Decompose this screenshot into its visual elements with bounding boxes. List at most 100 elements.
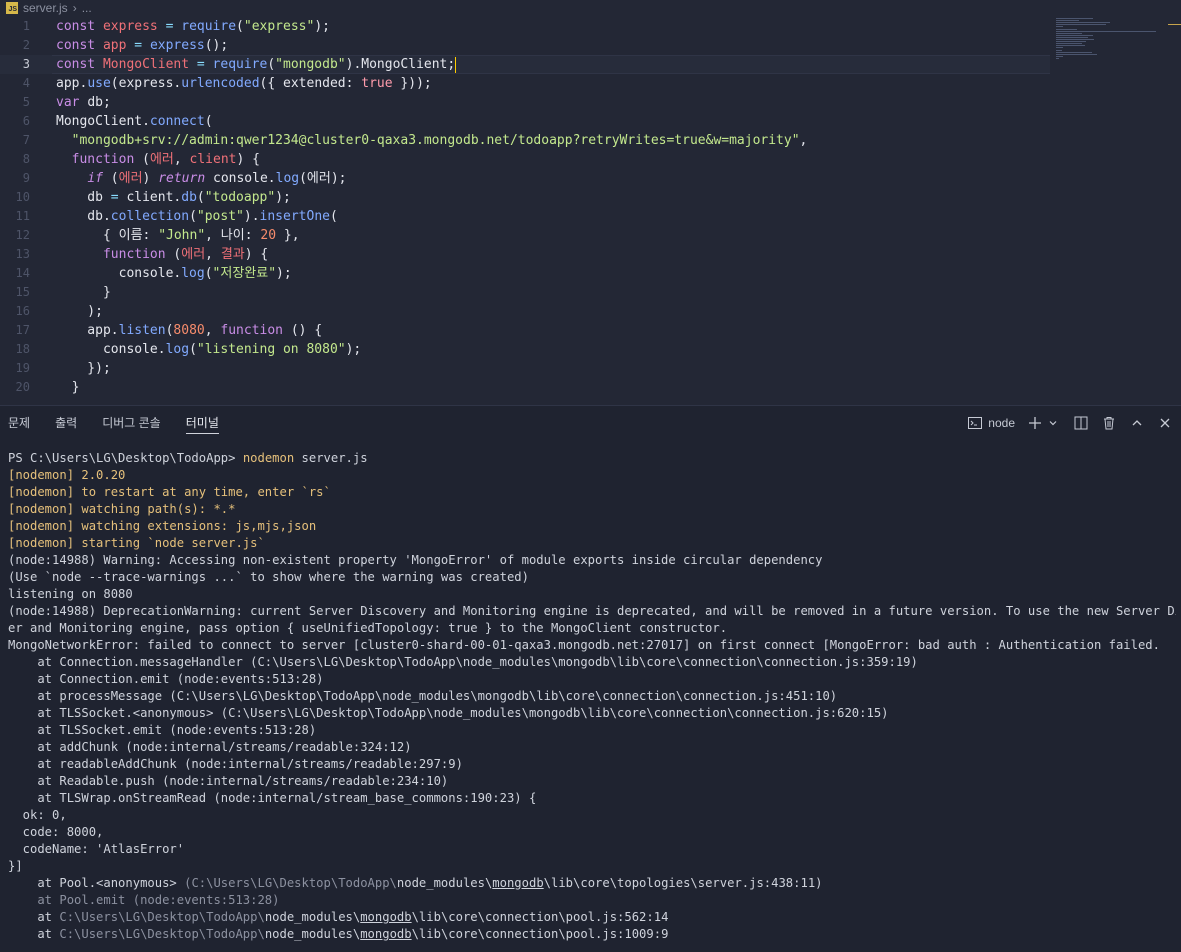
panel-tab[interactable]: 터미널 bbox=[185, 406, 219, 439]
terminal-line: at Readable.push (node:internal/streams/… bbox=[8, 773, 1176, 790]
code-token: use bbox=[87, 76, 111, 91]
code-line[interactable]: 17 app.listen(8080, function () { bbox=[0, 321, 1050, 340]
minimap-line bbox=[1056, 49, 1063, 51]
code-token: ({ extended: bbox=[259, 76, 362, 91]
code-line[interactable]: 16 ); bbox=[0, 302, 1050, 321]
terminal-line: listening on 8080 bbox=[8, 586, 1176, 603]
terminal-text: server.js bbox=[294, 451, 368, 465]
code-token: "express" bbox=[243, 19, 315, 34]
terminal-line: [nodemon] 2.0.20 bbox=[8, 467, 1176, 484]
code-line[interactable]: 10 db = client.db("todoapp"); bbox=[0, 188, 1050, 207]
minimap-line bbox=[1056, 39, 1094, 40]
minimap[interactable] bbox=[1053, 16, 1181, 126]
code-token: listen bbox=[118, 323, 166, 338]
terminal-line: at processMessage (C:\Users\LG\Desktop\T… bbox=[8, 688, 1176, 705]
terminal-text: C:\Users\LG\Desktop\TodoApp\ bbox=[59, 927, 265, 941]
code-token: app. bbox=[56, 76, 88, 91]
chevron-down-icon[interactable] bbox=[1045, 415, 1061, 431]
code-line[interactable]: 8 function (에러, client) { bbox=[0, 150, 1050, 169]
chevron-up-icon[interactable] bbox=[1129, 415, 1145, 431]
terminal-text: at TLSSocket.emit (node:events:513:28) bbox=[8, 723, 317, 737]
code-token: "mongodb+srv://admin:qwer1234@cluster0-q… bbox=[71, 133, 800, 148]
panel-tab[interactable]: 문제 bbox=[8, 406, 30, 439]
code-token: db bbox=[181, 190, 197, 205]
terminal-line: [nodemon] watching extensions: js,mjs,js… bbox=[8, 518, 1176, 535]
breadcrumb-file[interactable]: server.js bbox=[23, 1, 68, 15]
code-token: } bbox=[56, 380, 80, 395]
terminal-line: [nodemon] starting `node server.js` bbox=[8, 535, 1176, 552]
code-line[interactable]: 14 console.log("저장완료"); bbox=[0, 264, 1050, 283]
code-line[interactable]: 1 const express = require("express"); bbox=[0, 17, 1050, 36]
code-token: app. bbox=[56, 323, 119, 338]
code-line[interactable]: 4 app.use(express.urlencoded({ extended: … bbox=[0, 74, 1050, 93]
line-number: 18 bbox=[15, 342, 30, 356]
code-text: app.use(express.urlencoded({ extended: t… bbox=[48, 74, 432, 93]
split-icon[interactable] bbox=[1073, 415, 1089, 431]
minimap-line bbox=[1056, 28, 1077, 30]
panel-tab[interactable]: 디버그 콘솔 bbox=[102, 406, 161, 439]
terminal-text: er and Monitoring engine, pass option { … bbox=[8, 621, 728, 635]
terminal-output[interactable]: PS C:\Users\LG\Desktop\TodoApp> nodemon … bbox=[8, 450, 1176, 943]
code-line[interactable]: 19 }); bbox=[0, 359, 1050, 378]
panel-tab[interactable]: 출력 bbox=[55, 406, 77, 439]
plus-icon[interactable] bbox=[1027, 415, 1043, 431]
code-token: log bbox=[275, 171, 300, 186]
terminal-line: at Pool.<anonymous> (C:\Users\LG\Desktop… bbox=[8, 875, 1176, 892]
terminal-line: at TLSSocket.<anonymous> (C:\Users\LG\De… bbox=[8, 705, 1176, 722]
code-text: if (에러) return console.log(에러); bbox=[48, 169, 346, 188]
code-line[interactable]: 3 const MongoClient = require("mongodb").… bbox=[0, 55, 1050, 74]
terminal-text: at bbox=[8, 910, 60, 924]
code-line[interactable]: 12 { 이름: "John", 나이: 20 }, bbox=[0, 226, 1050, 245]
terminal-text: MongoNetworkError: failed to connect to … bbox=[8, 638, 1160, 652]
code-text: const app = express(); bbox=[48, 36, 228, 55]
close-icon[interactable] bbox=[1157, 415, 1173, 431]
code-token: MongoClient; bbox=[361, 57, 456, 72]
code-line[interactable]: 15 } bbox=[0, 283, 1050, 302]
terminal-text: mongodb bbox=[360, 927, 412, 941]
code-token: ); bbox=[275, 190, 291, 205]
code-token: insertOne bbox=[259, 209, 330, 224]
terminal-text: at TLSWrap.onStreamRead (node:internal/s… bbox=[8, 791, 537, 805]
terminal-text: at processMessage (C:\Users\LG\Desktop\T… bbox=[8, 689, 838, 703]
code-line[interactable]: 6 MongoClient.connect( bbox=[0, 112, 1050, 131]
code-line[interactable]: 7 "mongodb+srv://admin:qwer1234@cluster0… bbox=[0, 131, 1050, 150]
code-token: db bbox=[56, 190, 111, 205]
code-token: MongoClient bbox=[102, 57, 190, 72]
code-line[interactable]: 20 } bbox=[0, 378, 1050, 397]
breadcrumb-rest[interactable]: ... bbox=[82, 1, 92, 15]
terminal-text: node_modules\ bbox=[264, 927, 361, 941]
code-area[interactable]: 1 const express = require("express"); 2 con… bbox=[0, 17, 1050, 397]
code-token: function bbox=[220, 323, 291, 338]
code-editor[interactable]: JS server.js › ... 1 const express = requ… bbox=[0, 0, 1181, 405]
terminal-text: [nodemon] 2.0.20 bbox=[8, 468, 126, 482]
trash-icon[interactable] bbox=[1101, 415, 1117, 431]
code-token: "John" bbox=[158, 228, 206, 243]
terminal-line: [nodemon] watching path(s): *.* bbox=[8, 501, 1176, 518]
line-number: 9 bbox=[22, 171, 30, 185]
code-line[interactable]: 2 const app = express(); bbox=[0, 36, 1050, 55]
code-token: client. bbox=[126, 190, 182, 205]
minimap-line bbox=[1056, 34, 1093, 36]
terminal-line: MongoNetworkError: failed to connect to … bbox=[8, 637, 1176, 654]
code-line[interactable]: 5 var db; bbox=[0, 93, 1050, 112]
terminal-line: at TLSWrap.onStreamRead (node:internal/s… bbox=[8, 790, 1176, 807]
line-number: 20 bbox=[15, 380, 30, 394]
code-token: (); bbox=[204, 38, 229, 53]
code-line[interactable]: 9 if (에러) return console.log(에러); bbox=[0, 169, 1050, 188]
minimap-line bbox=[1056, 43, 1083, 45]
code-text: db.collection("post").insertOne( bbox=[48, 207, 338, 226]
code-token: 에러 bbox=[149, 152, 174, 167]
code-line[interactable]: 13 function (에러, 결과) { bbox=[0, 245, 1050, 264]
terminal-text: [nodemon] watching path(s): *.* bbox=[8, 502, 236, 516]
minimap-line bbox=[1056, 26, 1064, 28]
code-line[interactable]: 11 db.collection("post").insertOne( bbox=[0, 207, 1050, 226]
minimap-line bbox=[1056, 55, 1064, 57]
terminal-line: at addChunk (node:internal/streams/reada… bbox=[8, 739, 1176, 756]
code-line[interactable]: 18 console.log("listening on 8080"); bbox=[0, 340, 1050, 359]
code-token: () { bbox=[290, 323, 323, 338]
terminal-selector[interactable]: node bbox=[967, 415, 1015, 431]
minimap-line bbox=[1056, 18, 1093, 19]
terminal-line: at Pool.emit (node:events:513:28) bbox=[8, 892, 1176, 909]
terminal-text: node_modules\ bbox=[396, 876, 493, 890]
